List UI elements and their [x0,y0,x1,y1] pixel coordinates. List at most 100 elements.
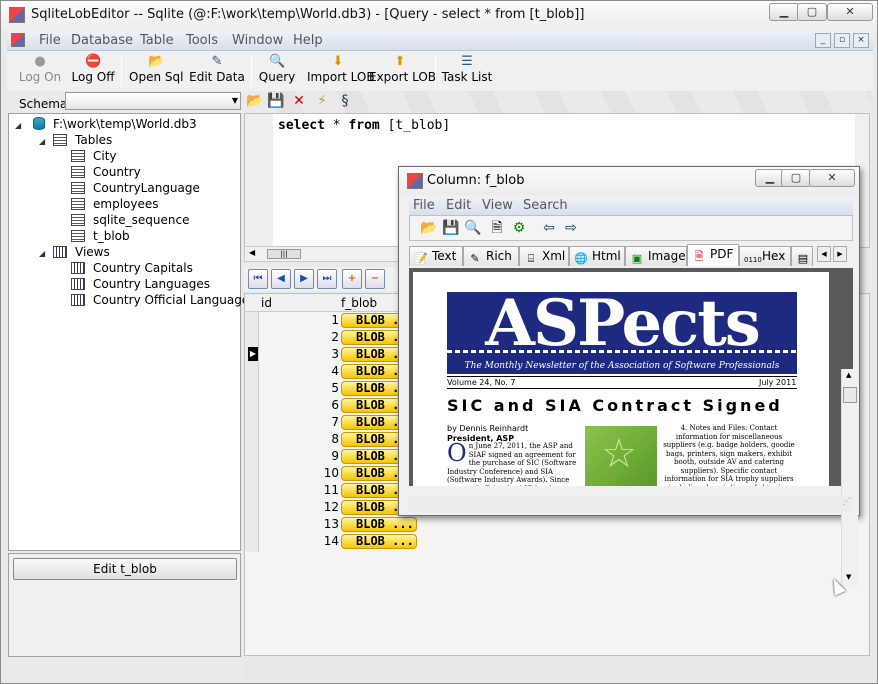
delete-icon[interactable]: ✕ [290,92,308,110]
dialog-status-bar: ⋰ [409,497,853,511]
last-record-icon[interactable]: ⏭ [317,269,337,289]
table-label: employees [93,197,159,211]
editor-hscrollbar[interactable]: ◀ ||| [244,246,404,262]
blob-cell[interactable]: BLOB ... [341,534,417,549]
tab-hex[interactable]: 0110Hex [739,246,791,266]
mdi-child-icon [11,33,25,47]
title-bar[interactable]: SqliteLobEditor -- Sqlite (@:F:\work\tem… [1,1,877,31]
dialog-icon [407,173,423,189]
minimize-button[interactable]: ▁ [769,3,799,21]
format-icon[interactable]: § [336,92,354,110]
pdf-vscrollbar[interactable]: ▲ ▼ [841,369,858,587]
resize-grip-icon[interactable]: ⋰ [842,497,851,507]
back-arrow-icon[interactable]: ⇦ [540,219,558,237]
schema-dropdown[interactable]: ▼ [65,92,241,110]
import-lob-label: Import LOB [307,70,375,84]
tab-text[interactable]: 📝 Text [409,246,463,266]
pdf-viewer[interactable]: ASPects The Monthly Newsletter of the As… [409,268,858,587]
views-label: Views [75,245,110,259]
scroll-thumb[interactable]: ||| [267,249,301,259]
query-button[interactable]: 🔍 Query [257,51,297,89]
query-label: Query [258,70,296,84]
tab-xml[interactable]: ⌸ Xml [519,246,569,266]
prior-record-icon[interactable]: ◀ [271,269,291,289]
dialog-menu-file[interactable]: File [413,198,435,213]
open-folder-icon: 📂 [148,54,165,69]
pdf-icon: 🗎 [694,250,704,263]
globe-icon: 🌐 [574,252,588,265]
dialog-menu-edit[interactable]: Edit [446,198,471,213]
table-row[interactable]: 13 BLOB ... [245,516,498,533]
dialog-close-button[interactable]: ✕ [809,169,855,187]
mdi-minimize-button[interactable]: _ [815,33,831,48]
forward-arrow-icon[interactable]: ⇨ [562,219,580,237]
execute-icon[interactable]: ⚡ [313,92,331,110]
collapse-icon: ◢ [39,137,46,146]
menu-database[interactable]: Database [71,33,133,48]
log-on-icon: ● [34,54,46,69]
open-sql-button[interactable]: 📂 Open Sql [129,51,183,89]
log-on-button[interactable]: ● Log On [17,51,63,89]
edit-table-button[interactable]: Edit t_blob [13,558,237,580]
tab-scroll-right-icon[interactable]: ▶ [833,246,847,262]
log-off-button[interactable]: ⛔ Log Off [69,51,117,89]
row-id: 12 [323,500,339,514]
dialog-maximize-button[interactable]: ▢ [781,169,811,187]
table-label: t_blob [93,229,130,243]
table-icon [71,166,85,178]
row-id: 9 [331,449,339,463]
maximize-button[interactable]: ▢ [797,3,827,21]
delete-record-icon[interactable]: − [365,269,385,289]
export-lob-button[interactable]: ⬆ Export LOB [369,51,436,89]
menu-file[interactable]: File [39,33,61,48]
collapse-icon: ◢ [39,249,46,258]
database-tree[interactable]: ◢ F:\work\temp\World.db3 ◢ Tables City Co… [8,113,255,551]
sql-text[interactable]: select * from [t_blob] [278,118,450,133]
search-icon[interactable]: 🔍 [464,219,482,237]
table-icon [71,182,85,194]
close-button[interactable]: ✕ [827,3,873,21]
save-icon[interactable]: 💾 [267,92,285,110]
column-header-f-blob[interactable]: f_blob [341,294,377,312]
edit-data-button[interactable]: ✎ Edit Data [189,51,245,89]
row-id: 1 [331,313,339,327]
task-list-button[interactable]: ☰ Task List [441,51,493,89]
open-file-icon[interactable]: 📂 [246,92,264,110]
table-row[interactable]: 14 BLOB ... [245,533,498,550]
column-header-id[interactable]: id [261,294,272,312]
menu-table[interactable]: Table [140,33,174,48]
menu-help[interactable]: Help [293,33,323,48]
mdi-restore-button[interactable]: ▫ [834,33,850,48]
preview-icon[interactable]: 🗎 [488,219,506,237]
first-record-icon[interactable]: ⏮ [248,269,268,289]
scroll-thumb[interactable] [843,387,857,403]
tree-views-folder[interactable]: ◢ Views [39,244,110,260]
table-label: CountryLanguage [93,181,200,195]
tab-pdf[interactable]: 🗎 PDF [687,244,739,266]
menu-tools[interactable]: Tools [186,33,218,48]
mdi-close-button[interactable]: × [853,33,869,48]
save-icon[interactable]: 💾 [442,219,460,237]
import-lob-button[interactable]: ⬇ Import LOB [307,51,375,89]
dialog-menu-view[interactable]: View [482,198,513,213]
tab-image[interactable]: ▣ Image [625,246,687,266]
tab-html[interactable]: 🌐 Html [569,246,625,266]
tree-root[interactable]: ◢ F:\work\temp\World.db3 [15,116,197,132]
tab-html-label: Html [592,249,621,263]
table-icon [71,150,85,162]
tree-tables-folder[interactable]: ◢ Tables [39,132,112,148]
open-file-icon[interactable]: 📂 [420,219,438,237]
scroll-down-icon: ▼ [846,573,852,581]
tab-more[interactable]: ▤ [791,246,813,266]
dialog-menu-search[interactable]: Search [523,198,568,213]
blob-cell[interactable]: BLOB ... [341,517,417,532]
row-id: 3 [331,347,339,361]
insert-record-icon[interactable]: + [342,269,362,289]
tab-scroll-left-icon[interactable]: ◀ [817,246,831,262]
next-record-icon[interactable]: ▶ [294,269,314,289]
properties-icon[interactable]: ⚙ [510,219,528,237]
menu-window[interactable]: Window [232,33,283,48]
article-headline: SIC and SIA Contract Signed [447,396,783,415]
tab-rich[interactable]: ✎ Rich [463,246,519,266]
issue-date: July 2011 [759,378,797,387]
